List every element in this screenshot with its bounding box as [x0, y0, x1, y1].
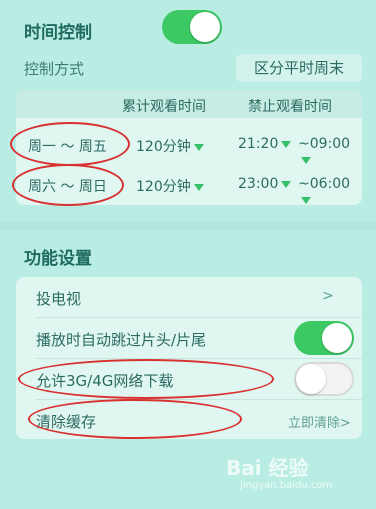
mobile-download-toggle[interactable] [294, 362, 354, 396]
dropdown-arrow-icon [281, 180, 292, 188]
cast-to-tv-label: 投电视 [36, 290, 82, 308]
header-forbidden-time: 禁止观看时间 [248, 99, 332, 115]
toggle-knob [190, 12, 220, 42]
chevron-right-icon: > [322, 288, 334, 304]
toggle-knob [322, 323, 352, 353]
watermark-text: Bai 经验 [226, 456, 309, 480]
dropdown-arrow-icon [193, 183, 204, 191]
weekend-start-time: 23:00 [238, 176, 279, 192]
annotation-ellipse [10, 122, 130, 166]
weekend-end-time: ~06:00 [298, 176, 351, 192]
function-settings-title: 功能设置 [24, 249, 92, 269]
watermark-url: jingyan.baidu.com [240, 480, 333, 491]
dropdown-arrow-icon [193, 143, 204, 151]
clear-cache-action[interactable]: 立即清除> [288, 412, 351, 431]
header-cumulative-time: 累计观看时间 [122, 99, 206, 115]
weekend-duration: 120分钟 [136, 179, 191, 195]
section-separator [0, 222, 376, 230]
annotation-ellipse [12, 164, 124, 206]
weekday-end-select[interactable]: ~09:00 [298, 136, 362, 168]
weekday-duration: 120分钟 [136, 139, 191, 155]
weekday-start-time: 21:20 [238, 136, 279, 152]
control-mode-label: 控制方式 [24, 60, 85, 78]
skip-intro-toggle[interactable] [294, 321, 354, 355]
weekend-duration-select[interactable]: 120分钟 [136, 176, 204, 196]
annotation-ellipse [28, 399, 242, 439]
dropdown-arrow-icon [281, 140, 292, 148]
weekday-duration-select[interactable]: 120分钟 [136, 136, 204, 156]
watermark-logo: Bai 经验 [226, 452, 309, 481]
time-control-title: 时间控制 [24, 23, 92, 43]
dropdown-arrow-icon [301, 196, 311, 204]
cast-to-tv-row[interactable]: 投电视 > [16, 277, 362, 317]
weekday-start-select[interactable]: 21:20 [238, 136, 292, 152]
weekend-start-select[interactable]: 23:00 [238, 176, 292, 192]
weekend-end-select[interactable]: ~06:00 [298, 176, 362, 208]
time-control-toggle[interactable] [162, 10, 222, 44]
skip-intro-label: 播放时自动跳过片头/片尾 [36, 331, 207, 349]
annotation-ellipse [18, 359, 274, 399]
dropdown-arrow-icon [301, 156, 311, 164]
toggle-knob [296, 364, 326, 394]
skip-intro-row: 播放时自动跳过片头/片尾 [16, 318, 362, 358]
weekday-end-time: ~09:00 [298, 136, 351, 152]
control-mode-button[interactable]: 区分平时周末 [236, 54, 362, 82]
